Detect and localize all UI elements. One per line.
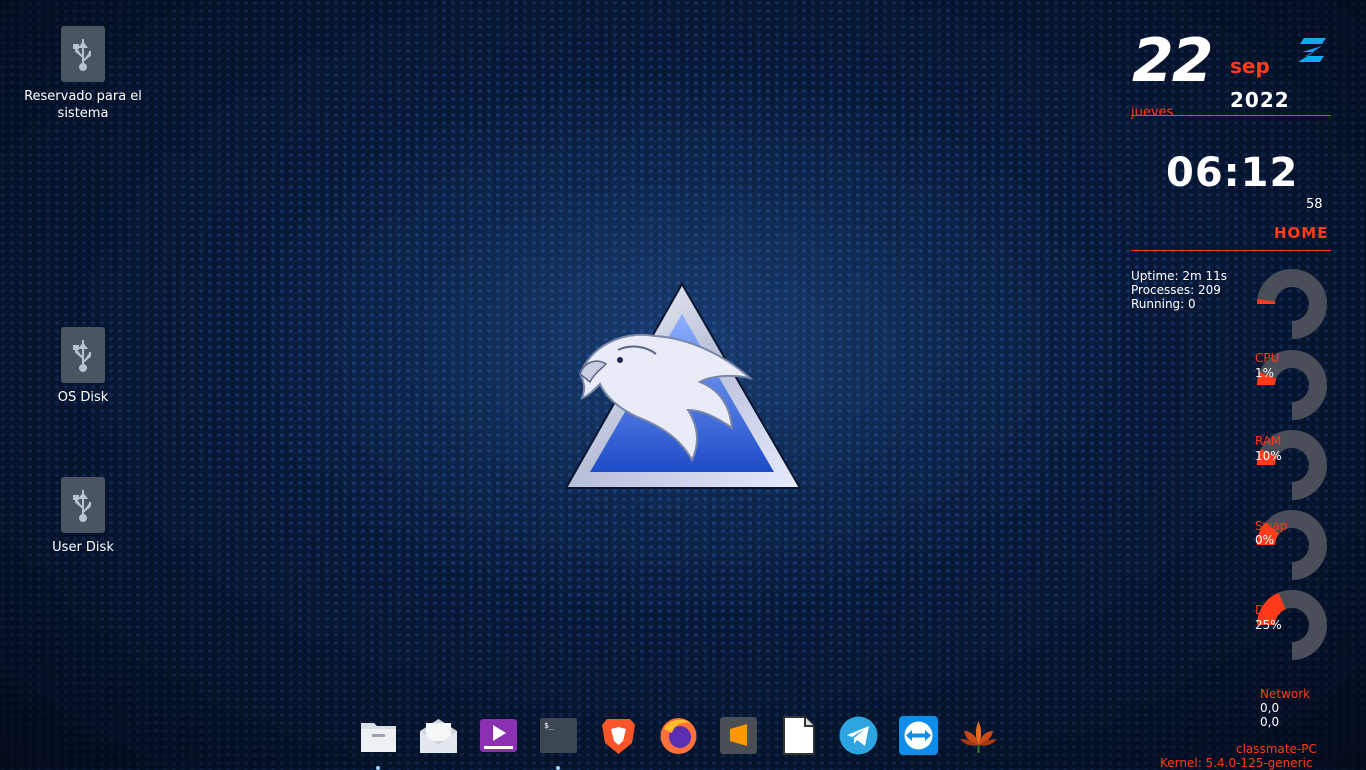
firefox-icon (658, 715, 699, 756)
swap-label: Swap (1255, 519, 1287, 533)
cpu-label: CPU (1255, 351, 1279, 365)
divider (1131, 115, 1331, 116)
dock-brave[interactable] (598, 715, 639, 756)
swap-value: 0% (1255, 533, 1274, 547)
dock-video-player[interactable] (478, 715, 519, 756)
usb-drive-icon (61, 477, 105, 533)
zorin-logo-icon (1296, 34, 1330, 68)
ram-label: RAM (1255, 434, 1281, 448)
dock-teamviewer[interactable] (898, 715, 939, 756)
processes-text: Processes: 209 (1131, 283, 1227, 297)
svg-text:$_: $_ (544, 721, 554, 730)
brave-browser-icon (598, 715, 639, 756)
network-up: 0,0 (1260, 715, 1279, 729)
dock-lotus[interactable] (958, 715, 999, 756)
sublime-text-icon (718, 715, 759, 756)
usb-drive-icon (61, 26, 105, 82)
libreoffice-icon (778, 715, 819, 756)
disk-value: 25% (1255, 618, 1282, 632)
desktop-icon-label: User Disk (18, 539, 148, 556)
hostname: classmate-PC (1236, 742, 1317, 756)
telegram-icon (838, 715, 879, 756)
dock-firefox[interactable] (658, 715, 699, 756)
dock-telegram[interactable] (838, 715, 879, 756)
usb-drive-icon (61, 327, 105, 383)
divider (1131, 250, 1331, 251)
network-label: Network (1260, 687, 1310, 701)
desktop-icon-user-disk[interactable]: User Disk (18, 477, 148, 556)
dock-sublime-text[interactable] (718, 715, 759, 756)
clock-seconds: 58 (1306, 197, 1323, 212)
uptime-text: Uptime: 2m 11s (1131, 269, 1227, 283)
system-info: Uptime: 2m 11s Processes: 209 Running: 0 (1131, 269, 1227, 311)
date-year: 2022 (1230, 88, 1290, 112)
lotus-icon (958, 715, 999, 756)
dock-terminal[interactable]: $_ (538, 715, 579, 756)
dock-mail[interactable] (418, 715, 459, 756)
section-home: HOME (1274, 224, 1328, 242)
desktop-icon-reserved[interactable]: Reservado para el sistema (18, 26, 148, 122)
eagle-triangle-emblem (560, 278, 810, 498)
desktop-icon-label: Reservado para el sistema (18, 88, 148, 122)
dock-libreoffice[interactable] (778, 715, 819, 756)
network-down: 0,0 (1260, 701, 1279, 715)
clock-time: 06:12 (1166, 150, 1298, 196)
running-text: Running: 0 (1131, 297, 1227, 311)
cpu-value: 1% (1255, 366, 1274, 380)
gauge-track (1266, 278, 1318, 330)
disk-label: Disk (1255, 603, 1281, 617)
date-weekday: jueves (1131, 105, 1173, 120)
files-icon (358, 715, 399, 756)
desktop-icon-label: OS Disk (18, 389, 148, 406)
date-day: 22 (1132, 26, 1212, 96)
video-player-icon (478, 715, 519, 756)
gauge-ring (1254, 266, 1330, 342)
terminal-icon: $_ (538, 715, 579, 756)
desktop-icon-os-disk[interactable]: OS Disk (18, 327, 148, 406)
mail-icon (418, 715, 459, 756)
dock: $_ (358, 708, 999, 762)
date-month: sep (1230, 54, 1270, 78)
ram-value: 10% (1255, 449, 1282, 463)
conky-widget: 22 sep 2022 jueves 06:12 58 HOME Uptime:… (1126, 0, 1366, 768)
teamviewer-icon (898, 715, 939, 756)
dock-files[interactable] (358, 715, 399, 756)
